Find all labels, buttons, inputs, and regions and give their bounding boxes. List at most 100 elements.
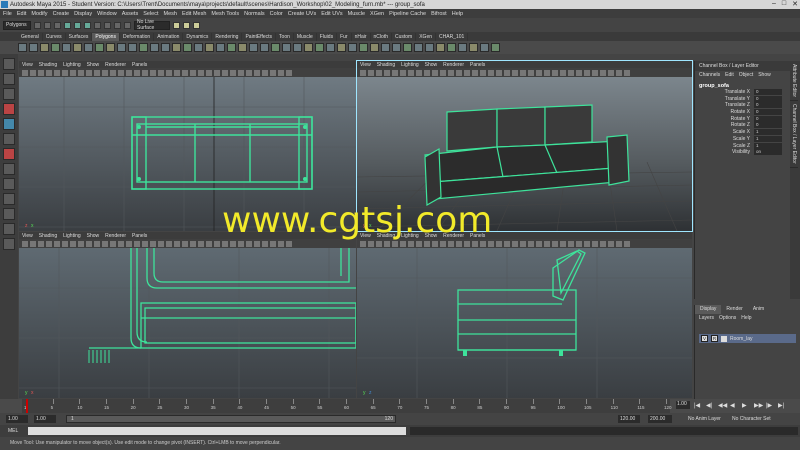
viewport-toolbar-icon[interactable]: [262, 240, 268, 247]
viewport-toolbar-icon[interactable]: [118, 240, 124, 247]
viewport-toolbar-icon[interactable]: [142, 69, 148, 76]
viewport-toolbar-icon[interactable]: [142, 240, 148, 247]
spherical-mapping-icon[interactable]: [392, 43, 401, 52]
time-slider[interactable]: 1510152025303540455055606570758085909510…: [0, 399, 800, 413]
viewport-toolbar-icon[interactable]: [22, 69, 28, 76]
viewport-toolbar-icon[interactable]: [424, 69, 430, 76]
rotate-tool-icon[interactable]: [3, 118, 15, 130]
shelf-tab-rendering[interactable]: Rendering: [212, 32, 243, 41]
viewport-toolbar-icon[interactable]: [174, 240, 180, 247]
viewport-toolbar-icon[interactable]: [70, 240, 76, 247]
viewport-toolbar-icon[interactable]: [496, 69, 502, 76]
viewport-toolbar-icon[interactable]: [568, 69, 574, 76]
viewport-toolbar-icon[interactable]: [206, 240, 212, 247]
vp-menu-panels[interactable]: Panels: [132, 62, 147, 68]
viewport-toolbar-icon[interactable]: [134, 240, 140, 247]
viewport-toolbar-icon[interactable]: [166, 69, 172, 76]
viewport-toolbar-icon[interactable]: [520, 69, 526, 76]
attribute-name[interactable]: Rotate Z: [731, 122, 750, 129]
viewport-toolbar-icon[interactable]: [286, 240, 292, 247]
viewport-toolbar-icon[interactable]: [214, 69, 220, 76]
shelf-tab-fur[interactable]: Fur: [337, 32, 352, 41]
attribute-name[interactable]: Translate Y: [725, 96, 750, 103]
viewport-toolbar-icon[interactable]: [512, 69, 518, 76]
poly-helix-icon[interactable]: [117, 43, 126, 52]
viewport-toolbar-icon[interactable]: [400, 69, 406, 76]
combine-icon[interactable]: [150, 43, 159, 52]
shelf-tab-dynamics[interactable]: Dynamics: [183, 32, 213, 41]
poly-cylinder-icon[interactable]: [40, 43, 49, 52]
layer-name[interactable]: Room_lay: [730, 336, 753, 342]
poly-sphere-icon[interactable]: [18, 43, 27, 52]
vp-menu-panels[interactable]: Panels: [470, 62, 485, 68]
viewport-toolbar-icon[interactable]: [464, 69, 470, 76]
viewport-toolbar-icon[interactable]: [198, 69, 204, 76]
viewport-toolbar-icon[interactable]: [230, 240, 236, 247]
ipr-render-icon[interactable]: [183, 21, 190, 29]
viewport-toolbar-icon[interactable]: [278, 240, 284, 247]
playback-end-field[interactable]: 120.00: [618, 415, 640, 423]
lasso-tool-icon[interactable]: [3, 73, 15, 85]
viewport-toolbar-icon[interactable]: [472, 240, 478, 247]
menu-set-select[interactable]: Polygons: [3, 20, 31, 30]
viewport-toolbar-icon[interactable]: [584, 69, 590, 76]
vp-menu-shading[interactable]: Shading: [39, 233, 57, 239]
poly-cube-icon[interactable]: [29, 43, 38, 52]
viewport-toolbar-icon[interactable]: [528, 69, 534, 76]
viewport-toolbar-icon[interactable]: [70, 69, 76, 76]
menu-bifrost[interactable]: Bifrost: [431, 11, 447, 17]
viewport-toolbar-icon[interactable]: [544, 240, 550, 247]
attribute-row[interactable]: Rotate Y 0: [695, 115, 790, 123]
viewport-toolbar-icon[interactable]: [270, 69, 276, 76]
viewport-toolbar-icon[interactable]: [254, 240, 260, 247]
shelf-tab-ncloth[interactable]: nCloth: [371, 32, 392, 41]
paint-select-icon[interactable]: [3, 88, 15, 100]
bevel-icon[interactable]: [348, 43, 357, 52]
viewport-toolbar-icon[interactable]: [46, 69, 52, 76]
layer-template-toggle[interactable]: R: [711, 335, 718, 342]
animation-end-field[interactable]: 200.00: [648, 415, 672, 423]
viewport-toolbar-icon[interactable]: [190, 69, 196, 76]
automatic-mapping-icon[interactable]: [403, 43, 412, 52]
vp-menu-lighting[interactable]: Lighting: [401, 62, 419, 68]
vp-menu-renderer[interactable]: Renderer: [105, 233, 126, 239]
viewport-toolbar-icon[interactable]: [182, 69, 188, 76]
viewport-toolbar-icon[interactable]: [54, 69, 60, 76]
viewport-toolbar-icon[interactable]: [230, 69, 236, 76]
poly-pyramid-icon[interactable]: [95, 43, 104, 52]
shelf-tab-deformation[interactable]: Deformation: [120, 32, 155, 41]
viewport-toolbar-icon[interactable]: [592, 69, 598, 76]
anim-layer-dropdown[interactable]: No Anim Layer: [688, 415, 721, 423]
menu-edit-mesh[interactable]: Edit Mesh: [182, 11, 206, 17]
menu-file[interactable]: File: [3, 11, 12, 17]
shelf-tab-nhair[interactable]: nHair: [352, 32, 371, 41]
shelf-tab-muscle[interactable]: Muscle: [294, 32, 317, 41]
viewport-toolbar-icon[interactable]: [528, 240, 534, 247]
separate-icon[interactable]: [161, 43, 170, 52]
viewport-side[interactable]: View Shading Lighting Show Renderer Pane…: [357, 232, 692, 398]
viewport-toolbar-icon[interactable]: [416, 69, 422, 76]
viewport-toolbar-icon[interactable]: [238, 240, 244, 247]
vp-menu-show[interactable]: Show: [87, 62, 100, 68]
viewport-toolbar-icon[interactable]: [576, 240, 582, 247]
cb-menu-object[interactable]: Object: [739, 72, 753, 78]
sculpt-icon[interactable]: [293, 43, 302, 52]
viewport-toolbar-icon[interactable]: [424, 240, 430, 247]
shelf-tab-surfaces[interactable]: Surfaces: [66, 32, 93, 41]
append-polygon-icon[interactable]: [238, 43, 247, 52]
attribute-value-field[interactable]: 0: [754, 95, 782, 102]
insert-edge-loop-icon[interactable]: [271, 43, 280, 52]
menu-create[interactable]: Create: [53, 11, 70, 17]
vp-menu-lighting[interactable]: Lighting: [63, 62, 81, 68]
layer-row[interactable]: V R Room_lay: [699, 334, 796, 343]
viewport-toolbar-icon[interactable]: [198, 240, 204, 247]
vp-menu-show[interactable]: Show: [425, 62, 438, 68]
attribute-row[interactable]: Translate Z 0: [695, 102, 790, 109]
attribute-row[interactable]: Scale Z 1: [695, 142, 790, 150]
layout-single-icon[interactable]: [3, 163, 15, 175]
command-input[interactable]: [28, 427, 406, 435]
viewport-toolbar-icon[interactable]: [624, 240, 630, 247]
split-polygon-icon[interactable]: [260, 43, 269, 52]
boolean-union-icon[interactable]: [183, 43, 192, 52]
layout-hypershade-icon[interactable]: [3, 238, 15, 250]
